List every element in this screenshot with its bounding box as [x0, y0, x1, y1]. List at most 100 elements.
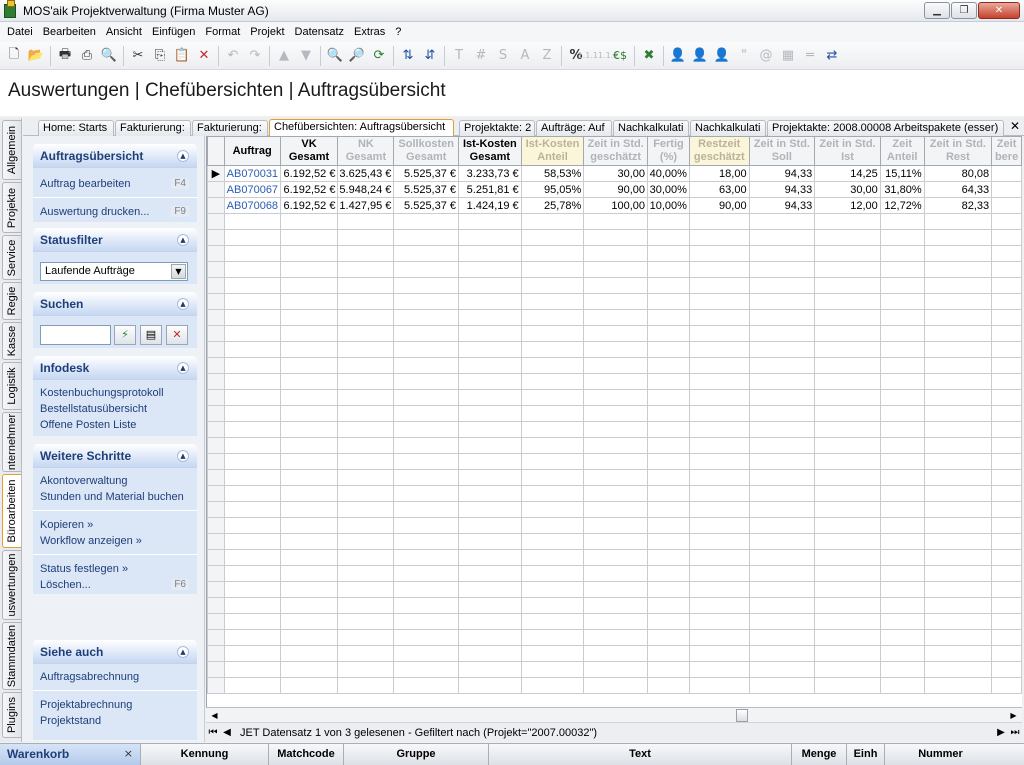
row-indicator[interactable]	[207, 405, 225, 422]
scroll-left-icon[interactable]: ◀	[208, 709, 221, 722]
delete-icon[interactable]: ✕	[193, 45, 215, 67]
vtab-auswertungen[interactable]: uswertungen	[2, 550, 21, 620]
close-icon[interactable]: ×	[124, 744, 133, 764]
row-indicator[interactable]	[207, 389, 225, 406]
collapse-icon[interactable]: ▲	[177, 234, 189, 246]
vtab-logistik[interactable]: Logistik	[2, 362, 21, 410]
scroll-right-icon[interactable]: ▶	[1007, 709, 1020, 722]
order-number-cell[interactable]	[223, 501, 281, 518]
row-indicator[interactable]	[207, 613, 225, 630]
row-indicator[interactable]	[207, 181, 225, 198]
minimize-button[interactable]: ▁	[924, 2, 950, 19]
column-header[interactable]: Zeit in Std. Ist	[814, 136, 881, 166]
email-icon[interactable]: @	[755, 45, 777, 67]
s-format-icon[interactable]: S	[492, 45, 514, 67]
row-indicator[interactable]	[207, 197, 225, 214]
row-indicator[interactable]	[207, 661, 225, 678]
table-row[interactable]	[207, 485, 1022, 502]
row-indicator[interactable]	[207, 341, 225, 358]
row-indicator[interactable]	[207, 261, 225, 278]
maximize-button[interactable]: ❐	[951, 2, 977, 19]
tab-fakturierung-2[interactable]: Fakturierung:	[192, 120, 268, 136]
table-row[interactable]	[207, 405, 1022, 422]
print-setup-icon[interactable]: ⎙	[76, 45, 98, 67]
next-record-icon[interactable]: ▶	[994, 725, 1008, 740]
collapse-icon[interactable]: ▲	[177, 450, 189, 462]
tab-projektakte-1[interactable]: Projektakte: 2	[459, 120, 535, 136]
row-indicator[interactable]	[207, 597, 225, 614]
table-row[interactable]	[207, 469, 1022, 486]
order-number-cell[interactable]	[223, 373, 281, 390]
menu-format[interactable]: Format	[200, 26, 245, 38]
collapse-icon[interactable]: ▲	[177, 150, 189, 162]
order-number-cell[interactable]	[223, 405, 281, 422]
tab-home[interactable]: Home: Starts	[38, 120, 114, 136]
vtab-regie[interactable]: Regie	[2, 282, 21, 320]
group-header[interactable]: Weitere Schritte ▲	[33, 444, 197, 468]
open-folder-icon[interactable]: 📂	[25, 45, 47, 67]
column-header[interactable]: Zeit bere	[991, 136, 1022, 166]
sort-descending-icon[interactable]: ⇵	[419, 45, 441, 67]
chevron-down-icon[interactable]: ▼	[171, 264, 186, 279]
order-number-cell[interactable]	[223, 613, 281, 630]
text-format-icon[interactable]: T	[448, 45, 470, 67]
kostenbuchungsprotokoll-link[interactable]: Kostenbuchungsprotokoll	[40, 387, 164, 399]
undo-icon[interactable]: ↶	[222, 45, 244, 67]
row-indicator[interactable]	[207, 565, 225, 582]
user-yellow-icon[interactable]: 👤	[689, 45, 711, 67]
previous-record-icon[interactable]: ◀	[220, 725, 234, 740]
vtab-service[interactable]: Service	[2, 235, 21, 280]
vtab-stammdaten[interactable]: Stammdaten	[2, 622, 21, 690]
row-indicator[interactable]	[207, 645, 225, 662]
column-header[interactable]: NK Gesamt	[337, 136, 395, 166]
table-row[interactable]	[207, 261, 1022, 278]
order-number-cell[interactable]: AB070067	[223, 181, 281, 198]
basket-col-matchcode[interactable]: Matchcode	[268, 744, 343, 765]
order-number-cell[interactable]	[223, 565, 281, 582]
auswertung-drucken-link[interactable]: Auswertung drucken...	[40, 206, 149, 218]
order-number-cell[interactable]	[223, 421, 281, 438]
order-number-cell[interactable]	[223, 309, 281, 326]
paste-icon[interactable]: 📋	[171, 45, 193, 67]
order-number-cell[interactable]	[223, 245, 281, 262]
loeschen-link[interactable]: Löschen...	[40, 579, 91, 591]
table-row[interactable]	[207, 453, 1022, 470]
numbering-icon[interactable]: 1.1.1 1.1.2	[578, 45, 619, 67]
group-header[interactable]: Infodesk ▲	[33, 356, 197, 380]
table-row[interactable]	[207, 645, 1022, 662]
table-row[interactable]	[207, 613, 1022, 630]
vtab-kasse[interactable]: Kasse	[2, 322, 21, 360]
menu-bearbeiten[interactable]: Bearbeiten	[38, 26, 101, 38]
scroll-thumb[interactable]	[736, 709, 748, 722]
order-number-cell[interactable]	[223, 261, 281, 278]
table-row[interactable]	[207, 229, 1022, 246]
row-indicator[interactable]	[207, 629, 225, 646]
close-tab-icon[interactable]: ✕	[1010, 119, 1020, 133]
projektabrechnung-link[interactable]: Projektabrechnung	[40, 699, 132, 711]
column-header[interactable]: Auftrag	[223, 136, 281, 166]
bestellstatusuebersicht-link[interactable]: Bestellstatusübersicht	[40, 403, 147, 415]
group-header[interactable]: Siehe auch ▲	[33, 640, 197, 664]
group-header[interactable]: Suchen ▲	[33, 292, 197, 316]
order-number-cell[interactable]	[223, 517, 281, 534]
calendar-icon[interactable]: ▦	[777, 45, 799, 67]
order-number-cell[interactable]	[223, 325, 281, 342]
row-indicator[interactable]	[207, 453, 225, 470]
table-row[interactable]: AB070067 6.192,52 €5.948,24 €5.525,37 €5.…	[207, 181, 1022, 198]
akontoverwaltung-link[interactable]: Akontoverwaltung	[40, 475, 127, 487]
find-next-icon[interactable]: 🔎	[346, 45, 368, 67]
menu-datei[interactable]: Datei	[2, 26, 38, 38]
row-indicator[interactable]	[207, 549, 225, 566]
tab-nachkalkulation-1[interactable]: Nachkalkulati	[613, 120, 689, 136]
move-down-icon[interactable]: ▼	[295, 45, 317, 67]
tab-fakturierung-1[interactable]: Fakturierung:	[115, 120, 191, 136]
column-header[interactable]: Zeit in Std. Rest	[923, 136, 993, 166]
vtab-projekte[interactable]: Projekte	[2, 182, 21, 233]
table-row[interactable]: ▶ AB070031 6.192,52 €3.625,43 €5.525,37 €3…	[207, 165, 1022, 182]
row-indicator[interactable]	[207, 293, 225, 310]
order-number-cell[interactable]	[223, 469, 281, 486]
quote-icon[interactable]: "	[733, 45, 755, 67]
table-row[interactable]	[207, 533, 1022, 550]
row-indicator[interactable]	[207, 469, 225, 486]
row-indicator[interactable]	[207, 229, 225, 246]
